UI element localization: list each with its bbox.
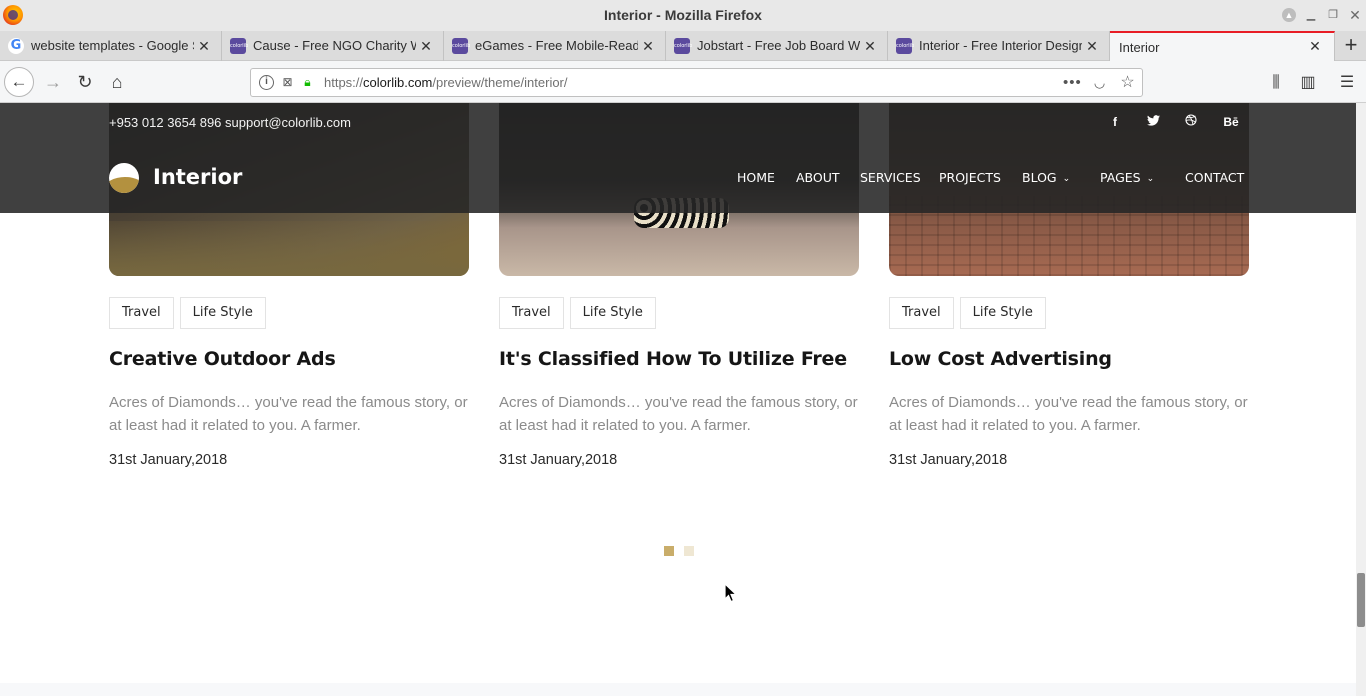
tab-interior-active[interactable]: Interior ✕ [1110, 31, 1335, 61]
post-excerpt: Acres of Diamonds… you've read the famou… [499, 394, 858, 434]
tab-label: eGames - Free Mobile-Ready [475, 38, 638, 53]
post-title[interactable]: Creative Outdoor Ads [109, 348, 336, 370]
window-title: Interior - Mozilla Firefox [604, 7, 762, 23]
dribbble-icon[interactable] [1183, 114, 1199, 130]
colorlib-icon: colorlib [896, 38, 914, 54]
window-minimize-button[interactable]: ▁ [1304, 8, 1318, 22]
tab-label: Interior - Free Interior Desigr [919, 38, 1082, 53]
tab-close-icon[interactable]: ✕ [1084, 37, 1100, 55]
colorlib-icon: colorlib [674, 38, 692, 54]
tab-interior-colorlib[interactable]: colorlib Interior - Free Interior Desigr… [888, 31, 1110, 61]
tab-label: Interior [1119, 40, 1160, 55]
tag-travel[interactable]: Travel [499, 297, 564, 329]
tag-travel[interactable]: Travel [889, 297, 954, 329]
tag-life-style[interactable]: Life Style [959, 297, 1046, 329]
nav-contact[interactable]: CONTACT [1185, 170, 1244, 185]
site-logo-text[interactable]: Interior [153, 165, 242, 189]
sidebar-icon[interactable]: ▥ [1297, 72, 1319, 94]
nav-home[interactable]: HOME [737, 170, 775, 185]
url-bar[interactable]: i ⊠ 🔒︎ https://colorlib.com/preview/them… [250, 68, 1143, 97]
tab-egames[interactable]: colorlib eGames - Free Mobile-Ready ✕ [444, 31, 666, 61]
nav-pages[interactable]: PAGES ⌄ [1100, 170, 1154, 185]
google-icon: G [8, 38, 24, 54]
tab-google-search[interactable]: G website templates - Google S ✕ [0, 31, 222, 61]
post-excerpt: Acres of Diamonds… you've read the famou… [889, 394, 1248, 434]
post-tags: Travel Life Style [499, 297, 662, 329]
url-text[interactable]: https://colorlib.com/preview/theme/inter… [324, 69, 568, 96]
nav-about[interactable]: ABOUT [796, 170, 840, 185]
tab-label: Jobstart - Free Job Board Wel [697, 38, 860, 53]
colorlib-icon: colorlib [230, 38, 248, 54]
window-maximize-button[interactable]: ❐ [1326, 8, 1340, 22]
forward-button[interactable]: → [38, 67, 68, 97]
carousel-dot-active[interactable] [664, 546, 674, 556]
tab-jobstart[interactable]: colorlib Jobstart - Free Job Board Wel ✕ [666, 31, 888, 61]
post-date: 31st January,2018 [889, 452, 1008, 468]
library-icon[interactable]: ⫼ [1265, 72, 1287, 94]
tab-label: Cause - Free NGO Charity We [253, 38, 416, 53]
scrollbar-thumb[interactable] [1357, 573, 1365, 627]
window-close-button[interactable]: ✕ [1348, 8, 1362, 22]
page-viewport: Travel Life Style Creative Outdoor Ads Ac… [0, 103, 1356, 696]
pocket-icon[interactable]: ◡ [1091, 74, 1108, 91]
post-title[interactable]: Low Cost Advertising [889, 348, 1112, 370]
header-email[interactable]: support@colorlib.com [225, 115, 351, 130]
tab-close-icon[interactable]: ✕ [1307, 37, 1323, 55]
next-section-band [0, 683, 1356, 696]
tab-close-icon[interactable]: ✕ [196, 37, 212, 55]
header-phone[interactable]: +953 012 3654 896 [109, 115, 221, 130]
nav-pages-label: PAGES [1100, 170, 1141, 185]
page-actions-icon[interactable]: ••• [1063, 74, 1081, 91]
permissions-icon[interactable]: ⊠ [279, 74, 296, 91]
tab-cause[interactable]: colorlib Cause - Free NGO Charity We ✕ [222, 31, 444, 61]
reload-button[interactable]: ↻ [70, 67, 100, 97]
site-header: +953 012 3654 896 support@colorlib.com f… [0, 103, 1356, 213]
tab-close-icon[interactable]: ✕ [862, 37, 878, 55]
tag-life-style[interactable]: Life Style [569, 297, 656, 329]
nav-services[interactable]: SERVICES [860, 170, 921, 185]
navigation-toolbar: ← → ↻ ⌂ i ⊠ 🔒︎ https://colorlib.com/prev… [0, 61, 1366, 103]
tab-label: website templates - Google S [31, 38, 194, 53]
hamburger-menu-icon[interactable]: ☰ [1336, 72, 1358, 94]
home-button[interactable]: ⌂ [102, 67, 132, 97]
page-scrollbar[interactable] [1356, 103, 1366, 696]
back-button[interactable]: ← [4, 67, 34, 97]
mouse-cursor-icon [724, 583, 738, 603]
new-tab-button[interactable]: + [1336, 31, 1366, 61]
nav-blog-label: BLOG [1022, 170, 1057, 185]
window-up-icon[interactable]: ▲ [1282, 8, 1296, 22]
colorlib-icon: colorlib [452, 38, 470, 54]
window-titlebar: Interior - Mozilla Firefox ▲ ▁ ❐ ✕ [0, 0, 1366, 31]
carousel-dot[interactable] [684, 546, 694, 556]
post-date: 31st January,2018 [109, 452, 228, 468]
post-title[interactable]: It's Classified How To Utilize Free [499, 348, 847, 370]
tab-close-icon[interactable]: ✕ [640, 37, 656, 55]
chevron-down-icon: ⌄ [1146, 174, 1155, 184]
site-info-icon[interactable]: i [259, 75, 274, 90]
tag-life-style[interactable]: Life Style [179, 297, 266, 329]
nav-projects[interactable]: PROJECTS [939, 170, 1001, 185]
post-tags: Travel Life Style [109, 297, 272, 329]
tag-travel[interactable]: Travel [109, 297, 174, 329]
twitter-icon[interactable] [1145, 114, 1161, 130]
post-date: 31st January,2018 [499, 452, 618, 468]
site-logo-icon[interactable] [109, 163, 139, 193]
nav-blog[interactable]: BLOG ⌄ [1022, 170, 1070, 185]
chevron-down-icon: ⌄ [1062, 174, 1071, 184]
lock-icon[interactable]: 🔒︎ [299, 74, 316, 91]
tab-close-icon[interactable]: ✕ [418, 37, 434, 55]
tab-strip: G website templates - Google S ✕ colorli… [0, 31, 1366, 61]
post-tags: Travel Life Style [889, 297, 1052, 329]
facebook-icon[interactable]: f [1107, 114, 1123, 130]
behance-icon[interactable]: Bē [1221, 114, 1241, 130]
post-excerpt: Acres of Diamonds… you've read the famou… [109, 394, 468, 434]
bookmark-star-icon[interactable]: ☆ [1119, 74, 1136, 91]
